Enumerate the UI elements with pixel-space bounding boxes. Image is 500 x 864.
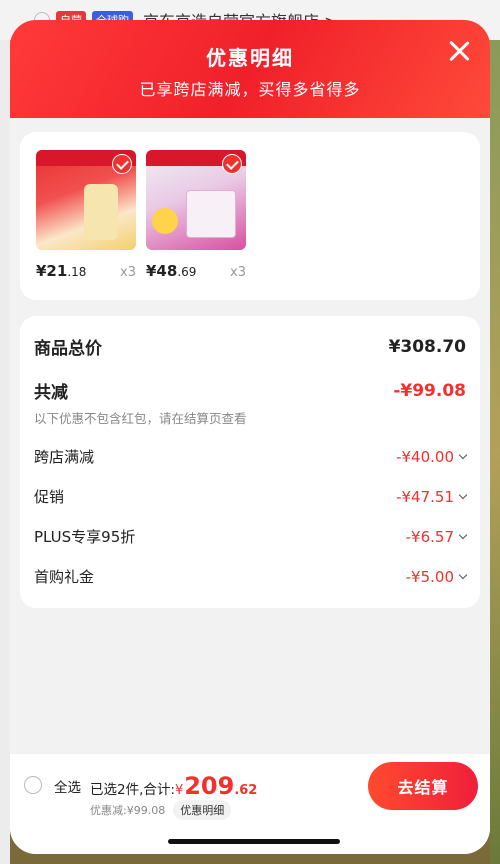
total-price-value: ¥308.70	[388, 336, 466, 357]
checkmark-icon[interactable]	[222, 154, 242, 174]
discount-item-row[interactable]: 首购礼金 -¥5.00	[34, 566, 468, 587]
total-price-row: 商品总价 ¥308.70	[34, 334, 466, 360]
product-thumbnail[interactable]	[36, 150, 136, 250]
total-price-label: 商品总价	[34, 339, 102, 359]
discount-item-value[interactable]: -¥6.57	[406, 528, 468, 546]
close-icon[interactable]	[446, 38, 472, 64]
product-price-row: ¥21.18 x3	[36, 262, 136, 280]
discount-item-label: PLUS专享95折	[34, 528, 136, 546]
discount-detail-button[interactable]: 优惠明细	[173, 800, 232, 820]
sheet-header: 优惠明细 已享跨店满减，买得多省得多	[10, 20, 490, 118]
total-currency: ¥	[174, 783, 184, 798]
checkmark-icon[interactable]	[112, 154, 132, 174]
select-all-label[interactable]: 全选	[54, 776, 81, 796]
product-item[interactable]: ¥48.69 x3	[146, 150, 246, 280]
checkout-footer: 全选 已选2件,合计: ¥ 209 .62 优惠减:¥99.08 优惠明细 去结…	[10, 754, 490, 854]
total-reduce-label: 共减	[34, 383, 68, 403]
total-amount-decimal: .62	[234, 783, 258, 798]
discount-amount-text: 优惠减:¥99.08	[90, 804, 166, 817]
discount-item-label: 首购礼金	[34, 568, 95, 586]
discount-item-label: 促销	[34, 488, 65, 506]
discount-detail-sheet: 优惠明细 已享跨店满减，买得多省得多 ¥21.18 x3 ¥48.69 x3 商…	[10, 20, 490, 854]
chevron-down-icon[interactable]	[458, 530, 468, 539]
background-left-edge	[0, 40, 10, 864]
discount-item-label: 跨店满减	[34, 448, 95, 466]
product-badge-icon	[152, 208, 178, 234]
selected-summary: 已选2件,合计: ¥ 209 .62	[90, 772, 257, 800]
discount-item-row[interactable]: 促销 -¥47.51	[34, 486, 468, 507]
chevron-down-icon[interactable]	[458, 490, 468, 499]
product-quantity: x3	[230, 265, 246, 280]
total-reduce-value: -¥99.08	[393, 380, 466, 401]
product-price: ¥21.18	[36, 262, 87, 280]
background-right-edge	[490, 40, 500, 864]
chevron-down-icon[interactable]	[458, 450, 468, 459]
total-reduce-row: 共减 -¥99.08	[34, 378, 466, 404]
product-list-card: ¥21.18 x3 ¥48.69 x3	[20, 132, 480, 300]
discount-line: 优惠减:¥99.08 优惠明细	[90, 800, 232, 820]
product-thumbnail[interactable]	[146, 150, 246, 250]
selected-count-text: 已选2件,合计:	[90, 782, 175, 798]
checkout-button[interactable]: 去结算	[368, 762, 478, 810]
total-amount-integer: 209	[184, 772, 235, 800]
product-price: ¥48.69	[146, 262, 197, 280]
discount-item-value[interactable]: -¥5.00	[406, 568, 468, 586]
discount-item-value[interactable]: -¥47.51	[396, 488, 468, 506]
select-all-radio[interactable]	[24, 776, 42, 794]
box-shape	[186, 190, 236, 238]
price-summary-card: 商品总价 ¥308.70 共减 -¥99.08 以下优惠不包含红包，请在结算页查…	[20, 316, 480, 608]
product-price-row: ¥48.69 x3	[146, 262, 246, 280]
product-item[interactable]: ¥21.18 x3	[36, 150, 136, 280]
chevron-down-icon[interactable]	[458, 570, 468, 579]
discount-item-value[interactable]: -¥40.00	[396, 448, 468, 466]
sheet-title: 优惠明细	[206, 46, 294, 70]
discount-item-row[interactable]: 跨店满减 -¥40.00	[34, 446, 468, 467]
bottle-shape	[84, 184, 118, 240]
home-indicator	[168, 839, 340, 844]
product-quantity: x3	[120, 265, 136, 280]
sheet-subtitle: 已享跨店满减，买得多省得多	[139, 80, 361, 99]
discount-item-row[interactable]: PLUS专享95折 -¥6.57	[34, 526, 468, 547]
discount-note: 以下优惠不包含红包，请在结算页查看	[34, 411, 247, 426]
